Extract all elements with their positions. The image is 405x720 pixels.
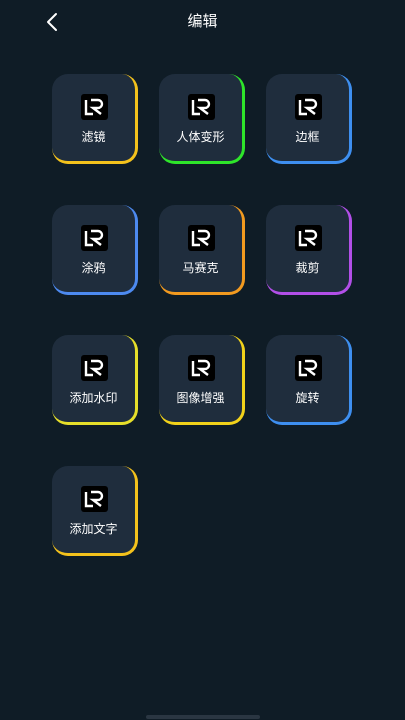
tile-label: 涂鸦	[81, 261, 106, 275]
tile-label: 旋转	[295, 391, 320, 405]
tile-border[interactable]: 边框	[266, 74, 352, 164]
lr-logo-icon	[295, 355, 322, 381]
lr-logo-icon	[188, 94, 215, 120]
tile-add-watermark[interactable]: 添加水印	[52, 335, 138, 425]
lr-logo-icon	[188, 355, 215, 381]
tile-filter[interactable]: 滤镜	[52, 74, 138, 164]
header-bar: 编辑	[0, 0, 405, 44]
tile-add-text[interactable]: 添加文字	[52, 466, 138, 556]
tile-crop[interactable]: 裁剪	[266, 205, 352, 295]
tile-label: 添加水印	[69, 391, 118, 405]
lr-logo-icon	[81, 355, 108, 381]
home-indicator[interactable]	[146, 715, 260, 719]
tile-mosaic[interactable]: 马赛克	[159, 205, 245, 295]
tile-label: 添加文字	[69, 522, 118, 536]
tile-body-reshape[interactable]: 人体变形	[159, 74, 245, 164]
tile-label: 滤镜	[81, 130, 106, 144]
lr-logo-icon	[295, 94, 322, 120]
lr-logo-icon	[295, 225, 322, 251]
lr-logo-icon	[81, 486, 108, 512]
lr-logo-icon	[81, 225, 108, 251]
tile-label: 马赛克	[182, 261, 219, 275]
tile-rotate[interactable]: 旋转	[266, 335, 352, 425]
tile-doodle[interactable]: 涂鸦	[52, 205, 138, 295]
tile-image-enhance[interactable]: 图像增强	[159, 335, 245, 425]
tile-label: 边框	[295, 130, 320, 144]
tile-label: 人体变形	[176, 130, 225, 144]
lr-logo-icon	[81, 94, 108, 120]
lr-logo-icon	[188, 225, 215, 251]
page-title: 编辑	[187, 12, 218, 30]
tile-label: 裁剪	[295, 261, 320, 275]
tile-label: 图像增强	[176, 391, 225, 405]
